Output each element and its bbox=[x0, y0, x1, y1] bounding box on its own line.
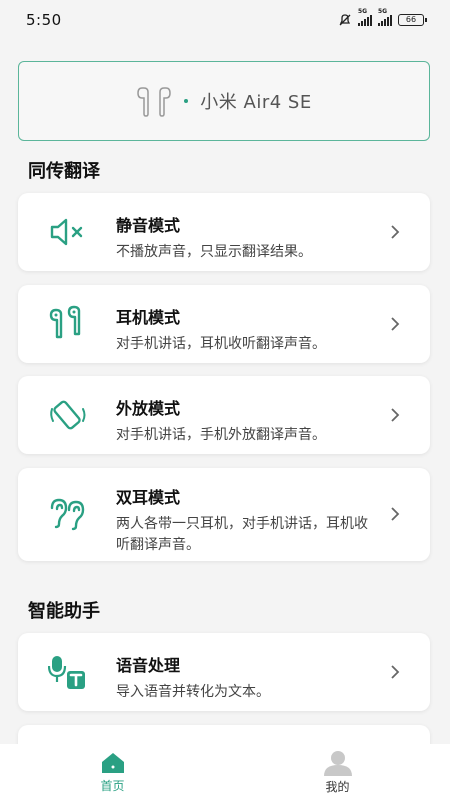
mute-speaker-icon bbox=[50, 218, 83, 246]
nav-home[interactable]: 首页 bbox=[0, 744, 225, 800]
voice-to-text-icon bbox=[48, 656, 85, 689]
mode-title: 静音模式 bbox=[116, 216, 181, 235]
section-title-assistant: 智能助手 bbox=[28, 601, 100, 622]
assistant-text: 语音处理 导入语音并转化为文本。 bbox=[116, 652, 380, 703]
connection-dot bbox=[184, 99, 189, 103]
nav-me-label: 我的 bbox=[325, 779, 350, 794]
mute-notification-icon bbox=[339, 14, 351, 26]
earbuds-icon bbox=[137, 87, 172, 117]
chevron-right-icon bbox=[391, 507, 400, 521]
mode-card-speaker[interactable]: 外放模式 对手机讲话，手机外放翻译声音。 bbox=[18, 376, 430, 454]
mode-text: 静音模式 不播放声音，只显示翻译结果。 bbox=[116, 212, 380, 263]
phone-speaker-icon bbox=[50, 400, 86, 430]
earbuds-icon bbox=[49, 305, 81, 339]
chevron-right-icon bbox=[391, 408, 400, 422]
assistant-title: 语音处理 bbox=[116, 656, 181, 675]
mode-text: 耳机模式 对手机讲话，耳机收听翻译声音。 bbox=[116, 304, 380, 355]
mode-title: 双耳模式 bbox=[116, 488, 181, 507]
status-icons: 5G 5G 66 bbox=[338, 8, 427, 27]
nav-me[interactable]: 我的 bbox=[225, 744, 450, 800]
status-time: 5:50 bbox=[26, 11, 62, 29]
mode-card-dual-ear[interactable]: 双耳模式 两人各带一只耳机，对手机讲话，耳机收听翻译声音。 bbox=[18, 468, 430, 561]
home-icon bbox=[101, 752, 124, 773]
nav-home-label: 首页 bbox=[100, 778, 125, 793]
user-icon bbox=[323, 750, 352, 776]
assistant-card-voice[interactable]: 语音处理 导入语音并转化为文本。 bbox=[18, 633, 430, 711]
dual-ear-icon bbox=[50, 498, 85, 531]
chevron-right-icon bbox=[391, 665, 400, 679]
bottom-nav: 首页 我的 bbox=[0, 744, 450, 800]
battery-icon: 66 bbox=[398, 14, 427, 26]
signal-strength-icon: 5G bbox=[358, 8, 372, 26]
device-card[interactable]: 小米 Air4 SE bbox=[18, 61, 430, 141]
mode-card-mute[interactable]: 静音模式 不播放声音，只显示翻译结果。 bbox=[18, 193, 430, 271]
signal-strength-icon: 5G bbox=[378, 8, 392, 26]
mode-text: 双耳模式 两人各带一只耳机，对手机讲话，耳机收听翻译声音。 bbox=[116, 484, 380, 556]
mode-title: 外放模式 bbox=[116, 399, 181, 418]
status-bar: 5:50 5G 5G 66 bbox=[0, 0, 450, 40]
assistant-desc: 导入语音并转化为文本。 bbox=[116, 684, 270, 700]
chevron-right-icon bbox=[391, 317, 400, 331]
mode-desc: 不播放声音，只显示翻译结果。 bbox=[116, 244, 312, 260]
mode-desc: 对手机讲话，手机外放翻译声音。 bbox=[116, 427, 326, 443]
mode-text: 外放模式 对手机讲话，手机外放翻译声音。 bbox=[116, 395, 380, 446]
device-name: 小米 Air4 SE bbox=[200, 92, 312, 113]
chevron-right-icon bbox=[391, 225, 400, 239]
mode-desc: 两人各带一只耳机，对手机讲话，耳机收听翻译声音。 bbox=[116, 516, 368, 553]
mode-card-earphone[interactable]: 耳机模式 对手机讲话，耳机收听翻译声音。 bbox=[18, 285, 430, 363]
section-title-translation: 同传翻译 bbox=[28, 161, 100, 182]
mode-title: 耳机模式 bbox=[116, 308, 181, 327]
mode-desc: 对手机讲话，耳机收听翻译声音。 bbox=[116, 336, 326, 352]
